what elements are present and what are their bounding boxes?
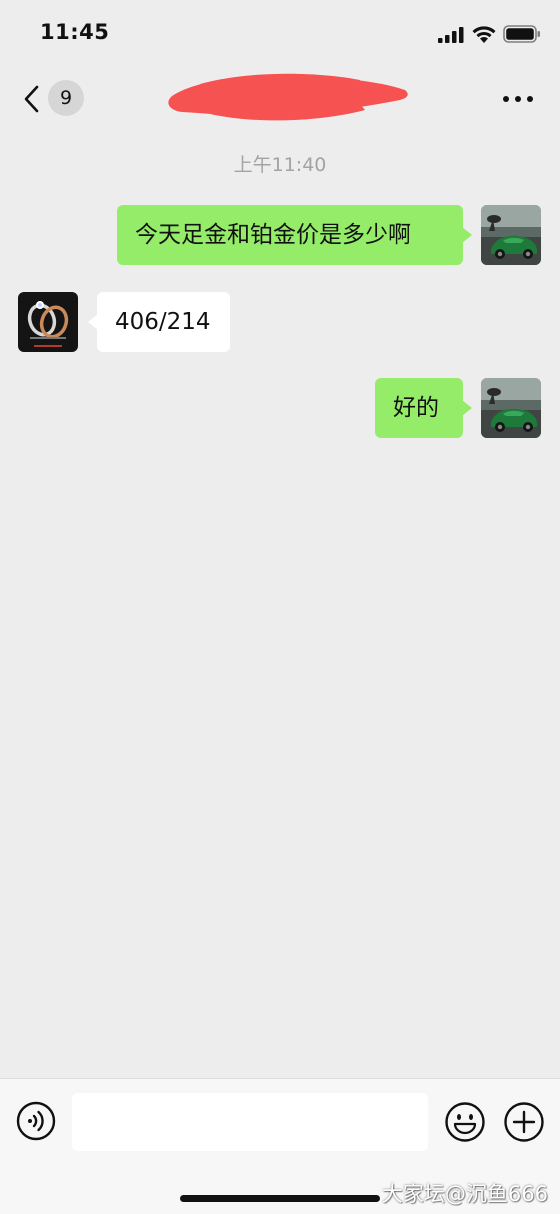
wifi-icon bbox=[472, 26, 496, 43]
ring-avatar-image bbox=[18, 292, 78, 352]
cellular-signal-icon bbox=[438, 27, 464, 43]
chevron-left-icon bbox=[24, 85, 39, 113]
more-dots-icon[interactable] bbox=[496, 84, 540, 114]
outgoing-message-bubble[interactable]: 好的 bbox=[375, 378, 472, 438]
chat-input-bar: 大家坛@沉鱼666 bbox=[0, 1078, 560, 1214]
message-input[interactable] bbox=[72, 1093, 428, 1151]
my-avatar[interactable] bbox=[481, 378, 541, 438]
car-avatar-image bbox=[481, 378, 541, 438]
emoji-icon[interactable] bbox=[444, 1101, 486, 1143]
back-button[interactable]: 9 bbox=[18, 80, 88, 120]
unread-count-badge: 9 bbox=[48, 80, 84, 116]
car-avatar-image bbox=[481, 205, 541, 265]
watermark-text: 大家坛@沉鱼666 bbox=[381, 1182, 548, 1206]
plus-icon[interactable] bbox=[503, 1101, 545, 1143]
my-avatar[interactable] bbox=[481, 205, 541, 265]
home-indicator bbox=[180, 1195, 380, 1202]
battery-icon bbox=[503, 25, 540, 43]
chat-title-redacted bbox=[168, 73, 408, 121]
incoming-message-bubble[interactable]: 406/214 bbox=[88, 292, 230, 352]
status-bar: 11:45 bbox=[0, 0, 560, 66]
message-timestamp: 上午11:40 bbox=[233, 154, 327, 176]
voice-icon[interactable] bbox=[16, 1101, 56, 1141]
status-time: 11:45 bbox=[40, 20, 110, 44]
contact-avatar[interactable] bbox=[18, 292, 78, 352]
outgoing-message-bubble[interactable]: 今天足金和铂金价是多少啊 bbox=[117, 205, 472, 265]
chat-nav-bar: 9 bbox=[0, 66, 560, 132]
